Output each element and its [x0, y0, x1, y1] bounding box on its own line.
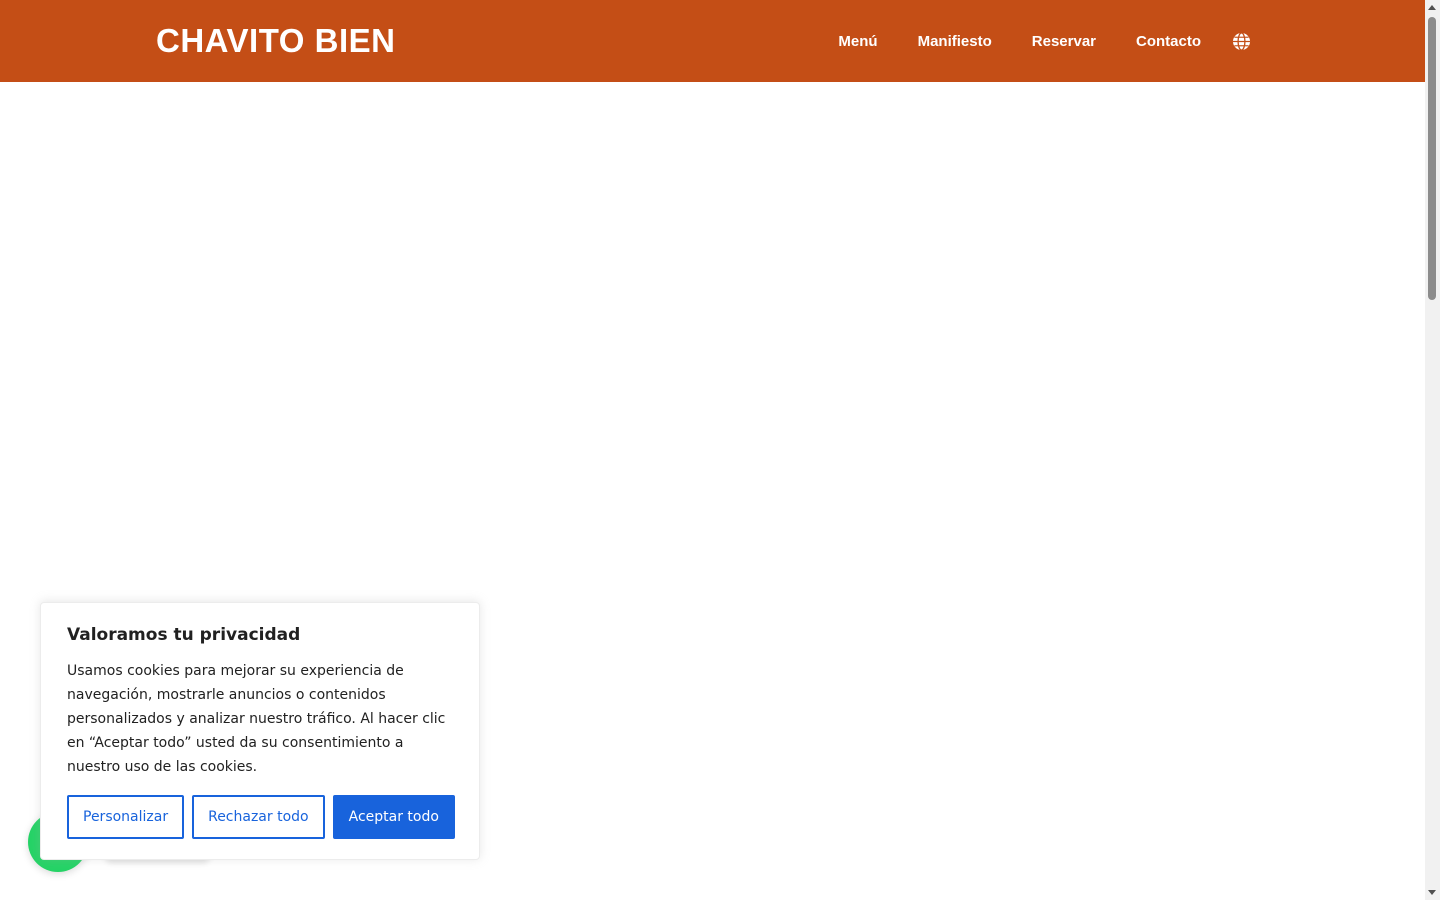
nav-link-contacto[interactable]: Contacto — [1136, 33, 1201, 50]
accept-all-button[interactable]: Aceptar todo — [332, 795, 455, 839]
reject-all-button[interactable]: Rechazar todo — [192, 795, 325, 839]
customize-button[interactable]: Personalizar — [67, 795, 185, 839]
main-nav: Menú Manifiesto Reservar Contacto — [838, 0, 1251, 82]
scroll-down-icon[interactable] — [1428, 890, 1436, 895]
site-logo[interactable]: CHAVITO BIEN — [156, 23, 395, 59]
cookie-banner-title: Valoramos tu privacidad — [67, 625, 301, 645]
nav-link-manifiesto[interactable]: Manifiesto — [918, 33, 992, 50]
globe-icon[interactable] — [1231, 31, 1251, 51]
scroll-up-icon[interactable] — [1428, 5, 1436, 10]
page-scrollbar[interactable] — [1425, 0, 1440, 900]
nav-link-menu[interactable]: Menú — [838, 33, 877, 50]
nav-link-reservar[interactable]: Reservar — [1032, 33, 1096, 50]
cookie-actions: Personalizar Rechazar todo Aceptar todo — [67, 795, 455, 839]
cookie-consent-banner: Valoramos tu privacidad Usamos cookies p… — [40, 602, 480, 860]
scroll-thumb[interactable] — [1428, 17, 1436, 300]
site-header: CHAVITO BIEN Menú Manifiesto Reservar Co… — [0, 0, 1425, 82]
cookie-banner-text: Usamos cookies para mejorar su experienc… — [67, 663, 446, 775]
